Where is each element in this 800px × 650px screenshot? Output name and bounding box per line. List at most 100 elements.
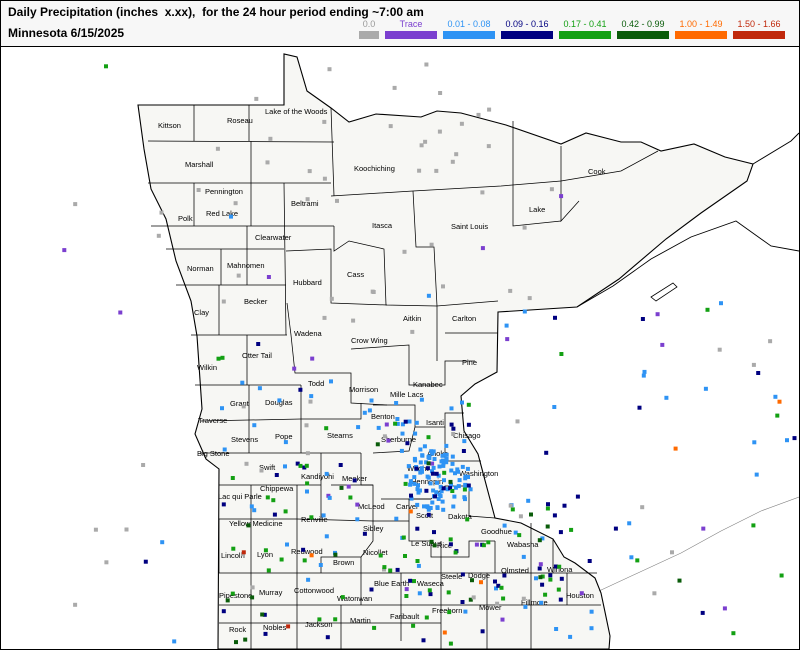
county-label: Carlton (452, 314, 476, 323)
legend-label: 0.42 - 0.99 (621, 19, 665, 29)
station-marker (589, 609, 594, 614)
station-marker (408, 482, 413, 487)
county-label: Murray (259, 588, 283, 597)
station-marker (292, 366, 297, 371)
county-label: Mille Lacs (390, 390, 424, 399)
station-marker (404, 594, 409, 598)
county-label: Cass (347, 270, 364, 279)
station-marker (426, 461, 431, 466)
station-marker (118, 310, 123, 315)
station-marker (298, 387, 303, 392)
header-bar: Daily Precipitation (inches x.xx), for t… (1, 1, 799, 47)
station-marker (409, 493, 413, 498)
station-marker (304, 423, 309, 428)
station-marker (420, 453, 425, 458)
station-marker (362, 410, 367, 415)
station-marker (466, 483, 471, 488)
county-label: Cook (588, 167, 606, 176)
legend-label: Trace (399, 19, 423, 29)
station-marker (240, 380, 245, 385)
legend-swatch (617, 31, 669, 39)
county-label: Scott (416, 511, 434, 520)
station-marker (413, 431, 418, 436)
station-marker (388, 124, 393, 129)
legend-label: 0.17 - 0.41 (563, 19, 607, 29)
station-marker (502, 573, 507, 578)
station-marker (304, 463, 309, 468)
station-marker (435, 506, 440, 510)
station-marker (481, 543, 486, 548)
station-marker (562, 503, 567, 508)
county-label: Waseca (417, 579, 445, 588)
isle-royale (650, 282, 678, 302)
station-marker (480, 190, 485, 195)
station-marker (529, 512, 533, 517)
county-label: Kanabec (413, 380, 443, 389)
county-label: Redwood (291, 547, 323, 556)
station-marker (456, 469, 461, 474)
station-marker (537, 566, 542, 571)
county-label: Stevens (231, 435, 258, 444)
station-marker (579, 591, 584, 596)
station-marker (641, 373, 646, 378)
station-marker (655, 312, 660, 317)
station-marker (546, 502, 550, 507)
station-marker (463, 609, 468, 614)
station-marker (355, 502, 360, 507)
station-marker (449, 422, 454, 427)
station-marker (461, 449, 466, 453)
station-marker (441, 284, 445, 289)
county-label: Blue Earth (374, 579, 409, 588)
station-marker (731, 631, 736, 636)
station-marker (434, 168, 439, 173)
station-marker (423, 139, 428, 144)
county-label: Benton (371, 412, 395, 421)
station-marker (575, 494, 580, 499)
county-label: Pipestone (219, 591, 252, 600)
station-marker (430, 461, 435, 466)
station-marker (104, 64, 108, 69)
station-marker (673, 446, 678, 451)
station-marker (417, 168, 422, 173)
station-marker (156, 233, 161, 238)
legend-item: 0.09 - 0.16 (501, 19, 553, 39)
station-marker (230, 591, 235, 596)
station-marker (399, 448, 404, 453)
station-marker (417, 591, 422, 596)
map-frame: Daily Precipitation (inches x.xx), for t… (0, 0, 800, 650)
station-marker (448, 542, 453, 547)
station-marker (430, 500, 435, 505)
station-marker (272, 512, 277, 517)
station-marker (159, 210, 164, 215)
station-marker (468, 487, 473, 492)
station-marker (318, 563, 323, 567)
station-marker (322, 315, 327, 320)
station-marker (268, 136, 273, 141)
precipitation-map: Kittson Roseau Lake of the Woods Marshall Ko… (62, 53, 799, 649)
station-marker (322, 176, 327, 181)
station-marker (495, 601, 500, 606)
station-marker (421, 638, 426, 643)
station-marker (403, 554, 407, 558)
station-marker (340, 595, 345, 600)
station-marker (433, 494, 437, 499)
county-label: Lake (529, 205, 545, 214)
station-marker (310, 356, 315, 361)
station-marker (428, 481, 433, 486)
station-marker (527, 296, 532, 301)
county-label: Faribault (390, 612, 420, 621)
station-marker (462, 439, 467, 444)
station-marker (279, 557, 284, 562)
station-marker (504, 323, 509, 328)
station-marker (526, 498, 531, 503)
station-marker (450, 461, 455, 466)
county-label: Wadena (294, 329, 322, 338)
station-marker (548, 573, 553, 578)
county-label: Pope (275, 432, 293, 441)
station-marker (327, 495, 332, 500)
canada-border (752, 132, 799, 165)
station-marker (474, 542, 479, 547)
station-marker (367, 408, 372, 413)
station-marker (306, 577, 311, 582)
station-marker (589, 626, 594, 631)
